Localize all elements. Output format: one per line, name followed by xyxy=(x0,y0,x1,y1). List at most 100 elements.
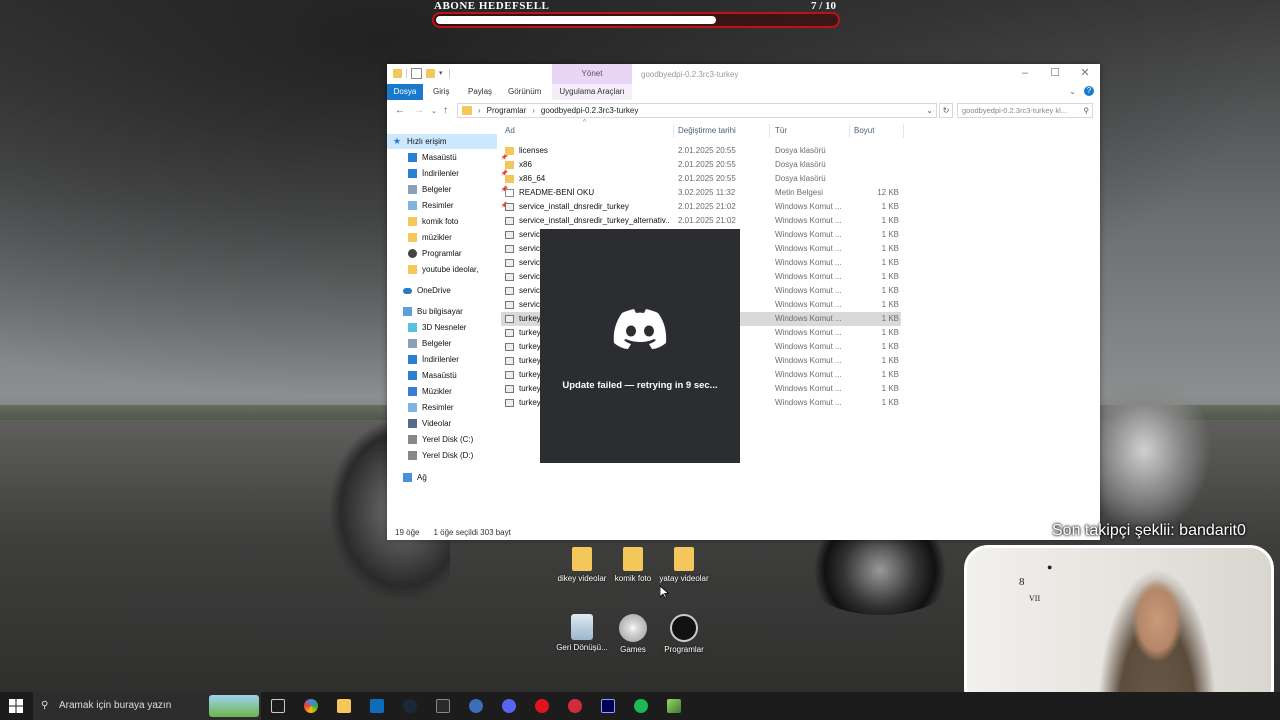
drive-icon xyxy=(408,435,417,444)
breadcrumb-programlar[interactable]: Programlar xyxy=(487,106,527,115)
search-input[interactable]: goodbyedpi-0.2.3rc3-turkey kl... ⚲ xyxy=(957,103,1093,118)
tab-file[interactable]: Dosya xyxy=(387,84,423,100)
column-divider[interactable] xyxy=(903,124,904,138)
spotify-icon[interactable] xyxy=(634,699,648,713)
expand-ribbon-icon[interactable]: ⌄ xyxy=(1069,87,1076,96)
nav-quick-item[interactable]: müzikler xyxy=(387,230,512,245)
nav-quick-item[interactable]: Resimler📌 xyxy=(387,198,512,213)
network-icon xyxy=(403,473,412,482)
file-row[interactable]: README-BENİ OKU 3.02.2025 11:32 Metin Belg… xyxy=(501,186,901,200)
nav-pc-item[interactable]: Resimler xyxy=(387,400,512,415)
column-header-name[interactable]: Ad xyxy=(505,124,515,138)
nav-label: Müzikler xyxy=(422,387,452,396)
task-view-icon[interactable] xyxy=(271,699,285,713)
discord-icon[interactable] xyxy=(502,699,516,713)
nav-pc-item[interactable]: Müzikler xyxy=(387,384,512,399)
wallpaper-car-right xyxy=(1100,370,1210,530)
column-header-date[interactable]: Değiştirme tarihi xyxy=(678,124,736,138)
minimize-button[interactable]: – xyxy=(1018,67,1032,79)
file-type: Dosya klasörü xyxy=(775,146,826,155)
address-bar[interactable]: › Programlar › goodbyedpi-0.2.3rc3-turke… xyxy=(457,103,937,118)
properties-icon[interactable] xyxy=(411,68,422,79)
column-header-type[interactable]: Tür xyxy=(775,124,787,138)
help-icon[interactable]: ? xyxy=(1084,86,1094,96)
file-size: 1 KB xyxy=(881,384,899,393)
nav-this-pc[interactable]: Bu bilgisayar xyxy=(387,304,507,319)
column-header-size[interactable]: Boyut xyxy=(854,124,874,138)
qat-dropdown-icon[interactable]: ▾ xyxy=(439,69,445,78)
file-date: 2.01.2025 20:55 xyxy=(678,174,736,183)
nav-pc-item[interactable]: İndirilenler xyxy=(387,352,512,367)
tab-view[interactable]: Görünüm xyxy=(508,84,541,100)
nav-quick-item[interactable]: İndirilenler 📌 xyxy=(387,166,512,181)
nav-label: Masaüstü xyxy=(422,371,457,380)
file-row[interactable]: service_install_dnsredir_turkey 2.01.2025… xyxy=(501,200,901,214)
tab-home[interactable]: Giriş xyxy=(433,84,449,100)
file-row[interactable]: x86_64 2.01.2025 20:55 Dosya klasörü xyxy=(501,172,901,186)
nav-network[interactable]: Ağ xyxy=(387,470,507,485)
nav-pc-item[interactable]: Yerel Disk (D:) xyxy=(387,448,512,463)
nav-quick-access[interactable]: ★ Hızlı erişim xyxy=(387,134,497,149)
folder-icon xyxy=(408,265,417,274)
column-divider[interactable] xyxy=(849,124,850,138)
nav-quick-item[interactable]: Programlar xyxy=(387,246,512,261)
recent-dropdown-icon[interactable]: ⌄ xyxy=(431,107,437,115)
pictures-icon xyxy=(408,201,417,210)
batch-file-icon xyxy=(505,315,514,323)
tab-app-tools[interactable]: Uygulama Araçları xyxy=(552,84,632,100)
back-arrow-icon[interactable]: ← xyxy=(395,105,405,116)
refresh-icon[interactable]: ↻ xyxy=(939,103,953,118)
nav-quick-item[interactable]: youtube ideolar, xyxy=(387,262,512,277)
batch-file-icon xyxy=(505,287,514,295)
tab-manage[interactable]: Yönet xyxy=(552,64,632,84)
column-divider[interactable] xyxy=(769,124,770,138)
nav-quick-item[interactable]: Masaüstü 📌 xyxy=(387,150,512,165)
outlook-icon[interactable] xyxy=(370,699,384,713)
nav-onedrive[interactable]: OneDrive xyxy=(387,283,507,298)
windows-start-icon[interactable] xyxy=(9,699,23,713)
maximize-button[interactable]: ☐ xyxy=(1048,67,1062,79)
file-size: 1 KB xyxy=(881,286,899,295)
nav-pc-item[interactable]: Yerel Disk (C:) xyxy=(387,432,512,447)
nav-pc-item[interactable]: Videolar xyxy=(387,416,512,431)
new-folder-icon[interactable] xyxy=(426,69,435,78)
nav-quick-item[interactable]: komik foto xyxy=(387,214,512,229)
folder-icon xyxy=(623,547,643,571)
copilot-icon[interactable] xyxy=(304,699,318,713)
epic-games-icon[interactable] xyxy=(436,699,450,713)
breadcrumb-current[interactable]: goodbyedpi-0.2.3rc3-turkey xyxy=(541,106,638,115)
nav-quick-item[interactable]: Belgeler📌 xyxy=(387,182,512,197)
steam-icon[interactable] xyxy=(403,699,417,713)
desktop-icon-yatay-videolar[interactable]: yatay videolar xyxy=(654,547,714,583)
desktop-icon-label: yatay videolar xyxy=(659,574,709,583)
nav-pc-item[interactable]: Belgeler xyxy=(387,336,512,351)
column-divider[interactable] xyxy=(673,124,674,138)
desktop-icon-label: Programlar xyxy=(664,645,704,654)
batch-file-icon xyxy=(505,273,514,281)
file-row[interactable]: service_install_dnsredir_turkey_alternat… xyxy=(501,214,901,228)
address-dropdown-icon[interactable]: ⌄ xyxy=(926,106,933,115)
taskbar-search-input[interactable]: ⚲ Aramak için buraya yazın xyxy=(33,692,261,720)
premiere-icon[interactable] xyxy=(601,699,615,713)
file-row[interactable]: licenses 2.01.2025 20:55 Dosya klasörü xyxy=(501,144,901,158)
app-icon[interactable] xyxy=(667,699,681,713)
file-explorer-icon[interactable] xyxy=(337,699,351,713)
forward-arrow-icon[interactable]: → xyxy=(414,105,424,116)
close-button[interactable]: ✕ xyxy=(1078,67,1092,79)
computer-icon xyxy=(403,307,412,316)
file-row[interactable]: x86 2.01.2025 20:55 Dosya klasörü xyxy=(501,158,901,172)
obs-icon[interactable] xyxy=(568,699,582,713)
file-name: x86_64 xyxy=(519,174,546,183)
batch-file-icon xyxy=(505,203,514,211)
file-size: 1 KB xyxy=(881,300,899,309)
nav-pc-item[interactable]: 3D Nesneler xyxy=(387,320,512,335)
up-arrow-icon[interactable]: ↑ xyxy=(443,105,448,116)
tab-share[interactable]: Paylaş xyxy=(468,84,492,100)
taskbar: ⚲ Aramak için buraya yazın xyxy=(0,692,1280,720)
nav-pc-item[interactable]: Masaüstü xyxy=(387,368,512,383)
navigation-pane: ★ Hızlı erişim Masaüstü 📌 İndirilenler 📌 Bel… xyxy=(387,130,508,526)
nav-label: Videolar xyxy=(422,419,452,428)
desktop-icon-programlar[interactable]: Programlar xyxy=(654,614,714,654)
app-icon[interactable] xyxy=(469,699,483,713)
opera-icon[interactable] xyxy=(535,699,549,713)
